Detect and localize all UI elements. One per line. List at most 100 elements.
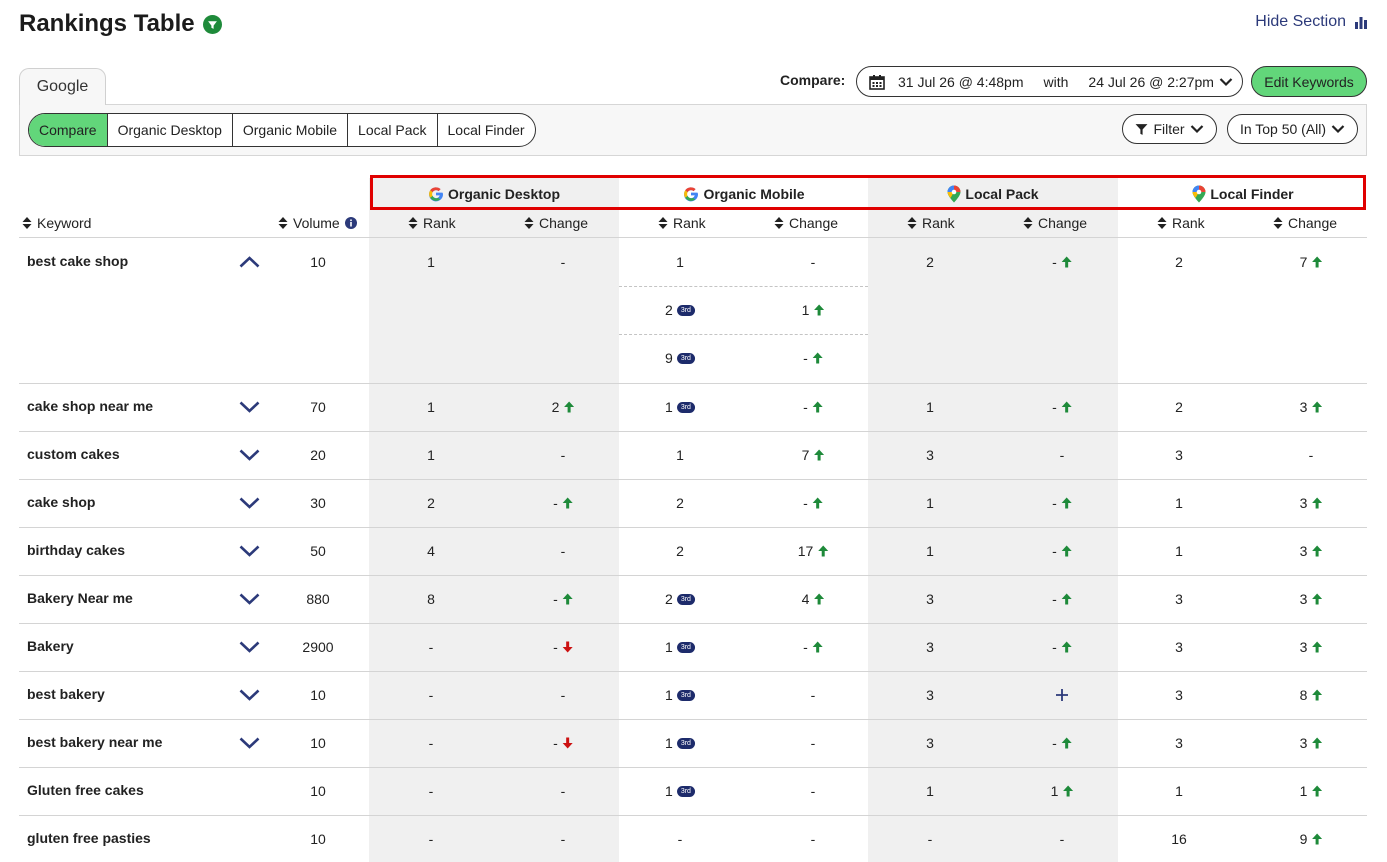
change-value: - — [1052, 591, 1057, 607]
keyword-cell: gluten free pasties — [27, 830, 151, 846]
sort-icon — [774, 217, 784, 229]
tab-google[interactable]: Google — [19, 68, 106, 105]
rank-value: 2 — [1175, 254, 1183, 270]
volume-value: 50 — [310, 543, 326, 559]
change-cell: 3 — [1300, 542, 1323, 560]
chevron-down-icon — [1190, 125, 1203, 134]
sort-rank[interactable]: Rank — [408, 213, 456, 233]
column-label: Keyword — [37, 215, 92, 231]
column-label: Rank — [922, 215, 955, 231]
compare-date-range[interactable]: 31 Jul 26 @ 4:48pm with 24 Jul 26 @ 2:27… — [856, 66, 1243, 97]
rank-cell: 1 — [926, 782, 934, 800]
rank-value: - — [428, 783, 434, 799]
sort-volume[interactable]: Volume — [278, 213, 357, 233]
sort-change[interactable]: Change — [524, 213, 588, 233]
change-value: - — [803, 495, 808, 511]
expand-row-button[interactable] — [239, 688, 260, 706]
rank-value: 1 — [926, 783, 934, 799]
rank-cell: 1 3rd — [665, 782, 695, 800]
change-cell: 2 — [552, 398, 575, 416]
rank-value: 3 — [926, 735, 934, 751]
rank-value: 3 — [1175, 735, 1183, 751]
sort-change[interactable]: Change — [1273, 213, 1337, 233]
rank-cell: 2 3rd — [665, 301, 695, 319]
expand-row-button[interactable] — [239, 592, 260, 610]
compare-label: Compare: — [780, 72, 846, 88]
rank-cell: 1 — [1175, 782, 1183, 800]
change-value: 17 — [797, 543, 814, 559]
sort-rank[interactable]: Rank — [658, 213, 706, 233]
column-label: Rank — [1172, 215, 1205, 231]
collapse-row-button[interactable] — [239, 255, 260, 273]
volume-value: 10 — [310, 254, 326, 270]
edit-keywords-button[interactable]: Edit Keywords — [1251, 66, 1367, 97]
arrow-up-icon — [1061, 737, 1072, 749]
info-icon[interactable] — [344, 217, 357, 229]
change-value: 3 — [1299, 639, 1308, 655]
sort-keyword[interactable]: Keyword — [22, 213, 91, 233]
sort-icon — [22, 217, 32, 229]
change-cell: 1 — [1051, 782, 1074, 800]
arrow-up-icon — [812, 401, 823, 413]
rank-value: 1 — [1175, 495, 1183, 511]
rank-cell: 1 — [427, 446, 435, 464]
row-divider — [19, 479, 1367, 480]
sort-change[interactable]: Change — [774, 213, 838, 233]
arrow-up-icon — [817, 545, 828, 557]
change-value: - — [810, 783, 816, 799]
rank-value: 9 — [665, 350, 673, 366]
rank-cell: - — [429, 734, 434, 752]
change-value: - — [560, 687, 566, 703]
arrow-up-icon — [1311, 833, 1322, 845]
sort-icon — [907, 217, 917, 229]
expand-row-button[interactable] — [239, 640, 260, 658]
change-cell: - — [561, 830, 566, 848]
arrow-up-icon — [1311, 641, 1322, 653]
expand-row-button[interactable] — [239, 544, 260, 562]
expand-row-button[interactable] — [239, 448, 260, 466]
change-value: 4 — [801, 591, 810, 607]
expand-row-button[interactable] — [239, 736, 260, 754]
keyword-cell: best cake shop — [27, 253, 129, 269]
volume-cell: 30 — [310, 494, 326, 512]
tab-organic-mobile[interactable]: Organic Mobile — [231, 114, 347, 146]
rank-value: 2 — [665, 302, 673, 318]
expand-row-button[interactable] — [239, 400, 260, 418]
tab-local-finder[interactable]: Local Finder — [436, 114, 535, 146]
rank-value: 1 — [427, 254, 435, 270]
sort-icon — [278, 217, 288, 229]
rank-cell: 3 — [926, 734, 934, 752]
change-value: - — [1059, 447, 1065, 463]
funnel-icon — [1135, 123, 1148, 135]
volume-value: 70 — [310, 399, 326, 415]
change-cell: - — [1060, 830, 1065, 848]
sort-change[interactable]: Change — [1023, 213, 1087, 233]
rank-value: 16 — [1171, 831, 1187, 847]
expand-row-button[interactable] — [239, 496, 260, 514]
change-value: - — [803, 350, 808, 366]
rank-value: - — [428, 639, 434, 655]
sort-icon — [1023, 217, 1033, 229]
change-cell: - — [561, 686, 566, 704]
change-value: - — [560, 447, 566, 463]
change-value: - — [1308, 447, 1314, 463]
tab-compare[interactable]: Compare — [29, 114, 107, 146]
filter-badge-icon[interactable] — [202, 14, 222, 34]
top-position-select[interactable]: In Top 50 (All) — [1227, 114, 1358, 144]
sort-rank[interactable]: Rank — [1157, 213, 1205, 233]
tab-organic-desktop[interactable]: Organic Desktop — [106, 114, 232, 146]
volume-value: 20 — [310, 447, 326, 463]
arrow-up-icon — [563, 401, 574, 413]
arrow-up-icon — [1311, 256, 1322, 268]
rank-value: 3 — [926, 591, 934, 607]
change-value: - — [1052, 399, 1057, 415]
chevron-up-icon — [239, 256, 260, 268]
change-cell: - — [1309, 446, 1314, 464]
chevron-down-icon — [239, 593, 260, 605]
rank-cell: 3 — [1175, 638, 1183, 656]
tab-local-pack[interactable]: Local Pack — [347, 114, 436, 146]
rank-cell: 3 — [926, 590, 934, 608]
hide-section-button[interactable]: Hide Section — [1255, 13, 1368, 31]
sort-rank[interactable]: Rank — [907, 213, 955, 233]
filter-button[interactable]: Filter — [1122, 114, 1217, 144]
